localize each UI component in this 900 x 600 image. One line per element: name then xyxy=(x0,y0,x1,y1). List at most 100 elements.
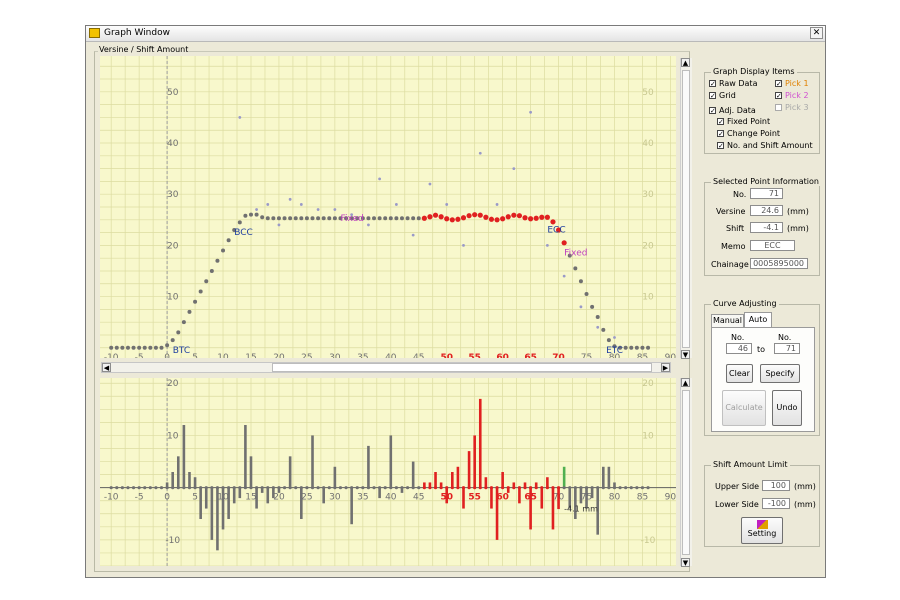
adj-data-checkbox[interactable]: ✓ Adj. Data xyxy=(709,106,756,115)
specify-button[interactable]: Specify xyxy=(760,364,800,383)
pick3-checkbox[interactable]: Pick 3 xyxy=(775,103,809,112)
raw-data-point xyxy=(529,110,533,114)
scroll-thumb[interactable] xyxy=(682,70,690,348)
shift-bar xyxy=(579,487,583,504)
raw-data-point xyxy=(495,203,499,206)
baseline-point xyxy=(187,486,192,490)
empty-checkbox-icon xyxy=(775,104,782,111)
adjusted-data-point xyxy=(438,214,444,220)
pick2-checkbox[interactable]: ✓ Pick 2 xyxy=(775,91,809,100)
adjusted-data-point xyxy=(601,327,606,332)
horizontal-scrollbar[interactable]: ◀ ▶ xyxy=(101,362,671,373)
baseline-point xyxy=(109,486,113,490)
baseline-point xyxy=(254,486,259,490)
bottom-vertical-scrollbar[interactable]: ▲ ▼ xyxy=(680,378,692,567)
horizontal-scroll-thumb[interactable] xyxy=(272,363,652,372)
versine-plot[interactable]: -10 -5 0 5 10 15 20 25 30 35 40 45 50 55 60 65 70 75 80 85 9… xyxy=(100,56,676,358)
baseline-point xyxy=(148,486,152,490)
baseline-point xyxy=(635,486,639,490)
y-tick-label-right: 20 xyxy=(642,241,654,251)
x-tick-label: 85 xyxy=(637,493,648,503)
adjusted-data-point xyxy=(198,289,203,294)
baseline-point xyxy=(478,486,482,490)
x-tick-label: 65 xyxy=(524,353,537,358)
baseline-point xyxy=(378,486,382,490)
adjusted-data-point xyxy=(153,345,158,350)
adjusted-data-point xyxy=(176,330,181,335)
versine-chart: -10 -5 0 5 10 15 20 25 30 35 40 45 50 55 60 65 70 75 80 85 9… xyxy=(100,56,676,358)
shift-bar xyxy=(562,466,566,488)
calculate-button[interactable]: Calculate xyxy=(722,390,766,426)
baseline-point xyxy=(338,486,343,490)
setting-label: Setting xyxy=(747,529,777,538)
scroll-down-arrow-icon[interactable]: ▼ xyxy=(681,350,690,359)
shift-annotation: -4.1 mm xyxy=(564,505,598,514)
tab-auto[interactable]: Auto xyxy=(744,312,772,327)
raw-data-point xyxy=(255,208,258,211)
shift-bar xyxy=(204,487,208,509)
check-icon: ✓ xyxy=(717,130,724,138)
x-tick-label: 45 xyxy=(413,493,424,503)
shift-bar xyxy=(551,487,555,530)
x-tick-label: 35 xyxy=(357,493,368,503)
check-icon: ✓ xyxy=(709,80,716,88)
undo-button[interactable]: Undo xyxy=(772,390,802,426)
x-tick-label: 80 xyxy=(609,493,621,503)
to-label: to xyxy=(757,345,766,354)
pick1-checkbox[interactable]: ✓ Pick 1 xyxy=(775,79,809,88)
from-no-field[interactable]: 46 xyxy=(726,343,752,354)
shift-bar xyxy=(255,487,258,509)
y-tick-label-right: 10 xyxy=(642,293,654,303)
grid-checkbox[interactable]: ✓ Grid xyxy=(709,91,736,100)
adjusted-data-point xyxy=(477,212,483,218)
baseline-point xyxy=(383,486,387,490)
adjusted-data-point xyxy=(399,216,404,221)
adjusted-data-point xyxy=(500,216,506,222)
baseline-point xyxy=(266,486,270,490)
point-annotation: Fixed xyxy=(564,249,587,259)
close-button[interactable]: ✕ xyxy=(810,27,823,39)
y-tick-label: 20 xyxy=(167,241,179,251)
scroll-left-arrow-icon[interactable]: ◀ xyxy=(102,363,111,372)
adjusted-data-point xyxy=(310,216,315,221)
tab-manual[interactable]: Manual xyxy=(711,314,744,327)
to-no-field[interactable]: 71 xyxy=(774,343,800,354)
adjusted-data-point xyxy=(411,216,416,221)
fixed-point-checkbox[interactable]: ✓ Fixed Point xyxy=(717,117,770,126)
upper-side-label: Upper Side xyxy=(715,482,760,491)
y-tick-label: 30 xyxy=(167,190,179,200)
scroll-right-arrow-icon[interactable]: ▶ xyxy=(661,363,670,372)
top-vertical-scrollbar[interactable]: ▲ ▼ xyxy=(680,58,692,359)
change-point-label: Change Point xyxy=(727,129,781,138)
shift-bar xyxy=(182,425,186,488)
no-shift-checkbox[interactable]: ✓ No. and Shift Amount xyxy=(717,141,813,150)
raw-data-checkbox[interactable]: ✓ Raw Data xyxy=(709,79,757,88)
check-icon: ✓ xyxy=(709,92,716,100)
scroll-down-arrow-icon[interactable]: ▼ xyxy=(681,558,690,567)
baseline-point xyxy=(573,486,577,490)
title-bar[interactable]: Graph Window ✕ xyxy=(86,26,825,42)
baseline-point xyxy=(584,486,589,490)
x-tick-label: 40 xyxy=(385,493,397,503)
x-tick-label: 15 xyxy=(245,353,256,358)
clear-button[interactable]: Clear xyxy=(726,364,753,383)
x-tick-label: -10 xyxy=(104,353,119,358)
setting-button[interactable]: Setting xyxy=(741,517,783,544)
point-annotation: ETC xyxy=(606,346,623,356)
change-point-checkbox[interactable]: ✓ Change Point xyxy=(717,129,780,138)
grid-label: Grid xyxy=(719,91,736,100)
adjusted-data-point xyxy=(114,345,119,350)
baseline-point xyxy=(282,486,287,490)
baseline-point xyxy=(199,486,203,490)
shift-bar xyxy=(467,451,471,488)
scroll-thumb[interactable] xyxy=(682,390,690,555)
raw-data-point xyxy=(277,223,281,227)
raw-data-label: Raw Data xyxy=(719,79,758,88)
shift-plot[interactable]: -10-505101520253035404550556065707580859… xyxy=(100,378,676,566)
baseline-point xyxy=(299,486,303,490)
scroll-up-arrow-icon[interactable]: ▲ xyxy=(681,58,690,67)
baseline-point xyxy=(344,486,348,490)
shift-bar xyxy=(188,472,191,488)
scroll-up-arrow-icon[interactable]: ▲ xyxy=(681,378,690,387)
baseline-point xyxy=(193,486,197,490)
